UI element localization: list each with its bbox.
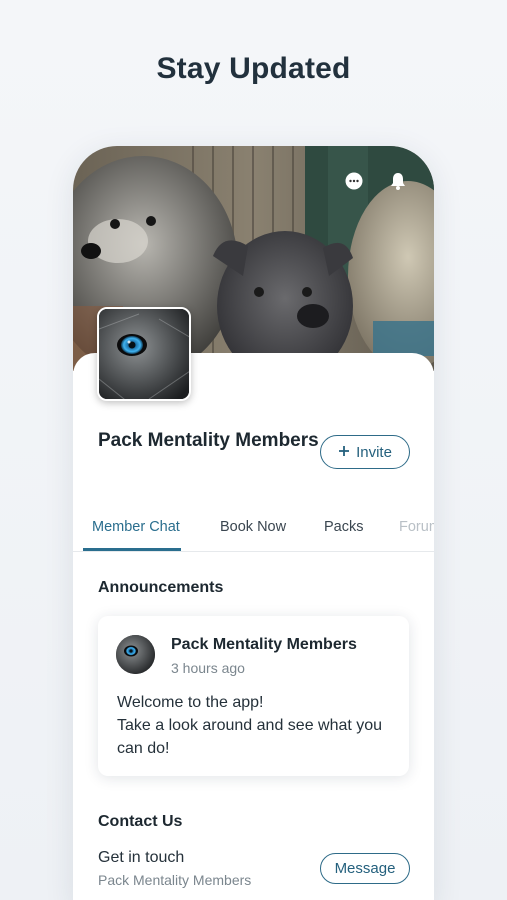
bell-icon[interactable] bbox=[387, 170, 409, 192]
contact-owner: Pack Mentality Members bbox=[98, 872, 252, 888]
post-author-avatar bbox=[116, 635, 155, 674]
contact-subtitle: Get in touch bbox=[98, 849, 185, 866]
group-avatar[interactable] bbox=[97, 307, 191, 401]
tab-bar: Member Chat Book Now Packs Forum bbox=[73, 506, 434, 552]
phone-frame: Pack Mentality Members Invite Member Cha… bbox=[73, 146, 434, 900]
plus-icon bbox=[338, 444, 350, 461]
post-author: Pack Mentality Members bbox=[171, 636, 357, 653]
tab-packs[interactable]: Packs bbox=[324, 519, 364, 535]
tab-member-chat[interactable]: Member Chat bbox=[92, 519, 180, 535]
tab-forum[interactable]: Forum bbox=[399, 519, 434, 535]
invite-button[interactable]: Invite bbox=[320, 435, 410, 469]
tab-book-now[interactable]: Book Now bbox=[220, 519, 286, 535]
post-body-line: Take a look around and see what you can … bbox=[117, 717, 383, 757]
contact-heading: Contact Us bbox=[98, 813, 183, 830]
announcements-heading: Announcements bbox=[98, 579, 224, 596]
group-title: Pack Mentality Members bbox=[98, 430, 319, 451]
active-tab-indicator bbox=[83, 548, 181, 551]
chat-icon[interactable] bbox=[343, 170, 365, 192]
post-body-line: Welcome to the app! bbox=[117, 694, 264, 711]
post-body: Welcome to the app! Take a look around a… bbox=[117, 691, 397, 760]
announcement-card[interactable]: Pack Mentality Members 3 hours ago Welco… bbox=[98, 616, 409, 776]
page-headline: Stay Updated bbox=[156, 52, 351, 85]
post-timestamp: 3 hours ago bbox=[171, 660, 245, 676]
invite-label: Invite bbox=[356, 443, 392, 461]
message-button[interactable]: Message bbox=[320, 853, 410, 884]
